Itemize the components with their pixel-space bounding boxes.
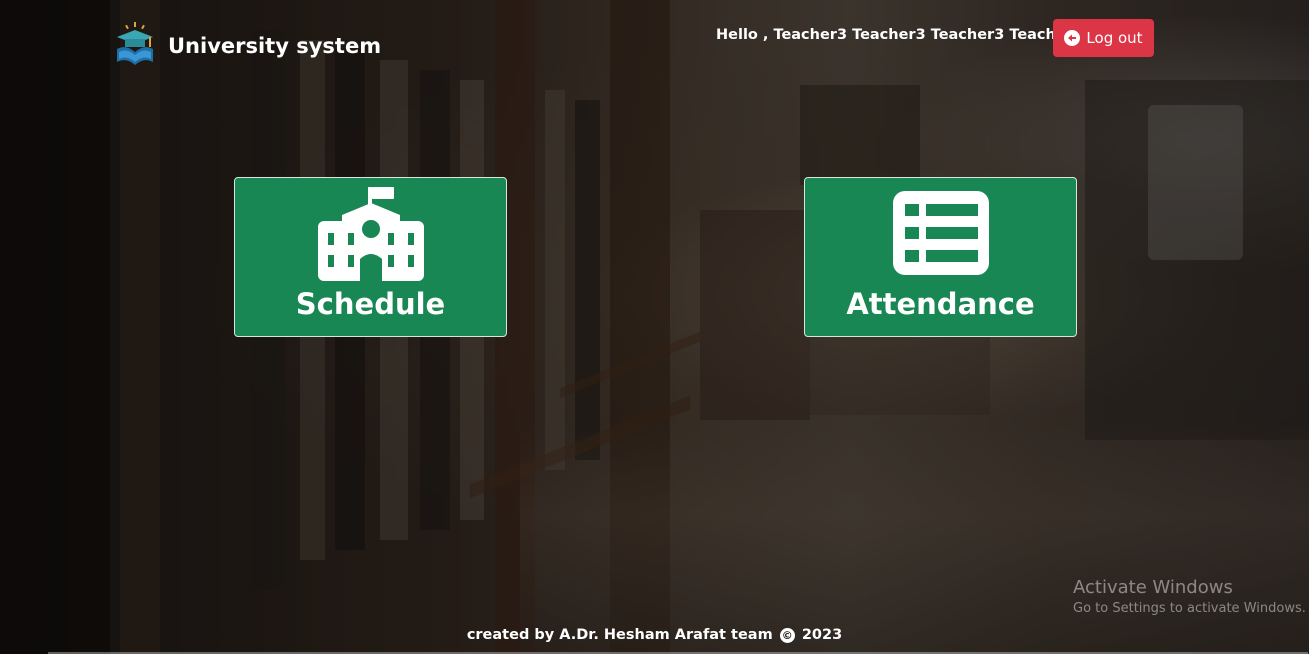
footer-credit: created by A.Dr. Hesham Arafat team — [466, 627, 773, 643]
school-icon — [317, 187, 424, 281]
watermark-subtitle: Go to Settings to activate Windows. — [1073, 601, 1306, 616]
graduation-book-logo-icon — [117, 22, 153, 65]
watermark-title: Activate Windows — [1073, 577, 1233, 598]
copyright-icon: © — [779, 627, 795, 643]
logout-button[interactable]: Log out — [1053, 19, 1154, 57]
user-greeting: Hello , Teacher3 Teacher3 Teacher3 Teach… — [716, 27, 1083, 43]
circle-arrow-left-icon — [1064, 30, 1081, 46]
footer: created by A.Dr. Hesham Arafat team © 20… — [0, 627, 1309, 643]
schedule-tile[interactable]: Schedule — [234, 177, 507, 337]
footer-year: 2023 — [801, 627, 843, 643]
windows-activation-watermark: Activate Windows Go to Settings to activ… — [1073, 577, 1306, 616]
attendance-label: Attendance — [846, 287, 1035, 321]
logout-label: Log out — [1086, 29, 1143, 47]
app-title: University system — [168, 34, 382, 58]
list-table-icon — [892, 191, 989, 275]
schedule-label: Schedule — [295, 287, 446, 321]
attendance-tile[interactable]: Attendance — [804, 177, 1077, 337]
library-background — [0, 0, 1309, 654]
brand[interactable]: University system — [113, 22, 381, 70]
